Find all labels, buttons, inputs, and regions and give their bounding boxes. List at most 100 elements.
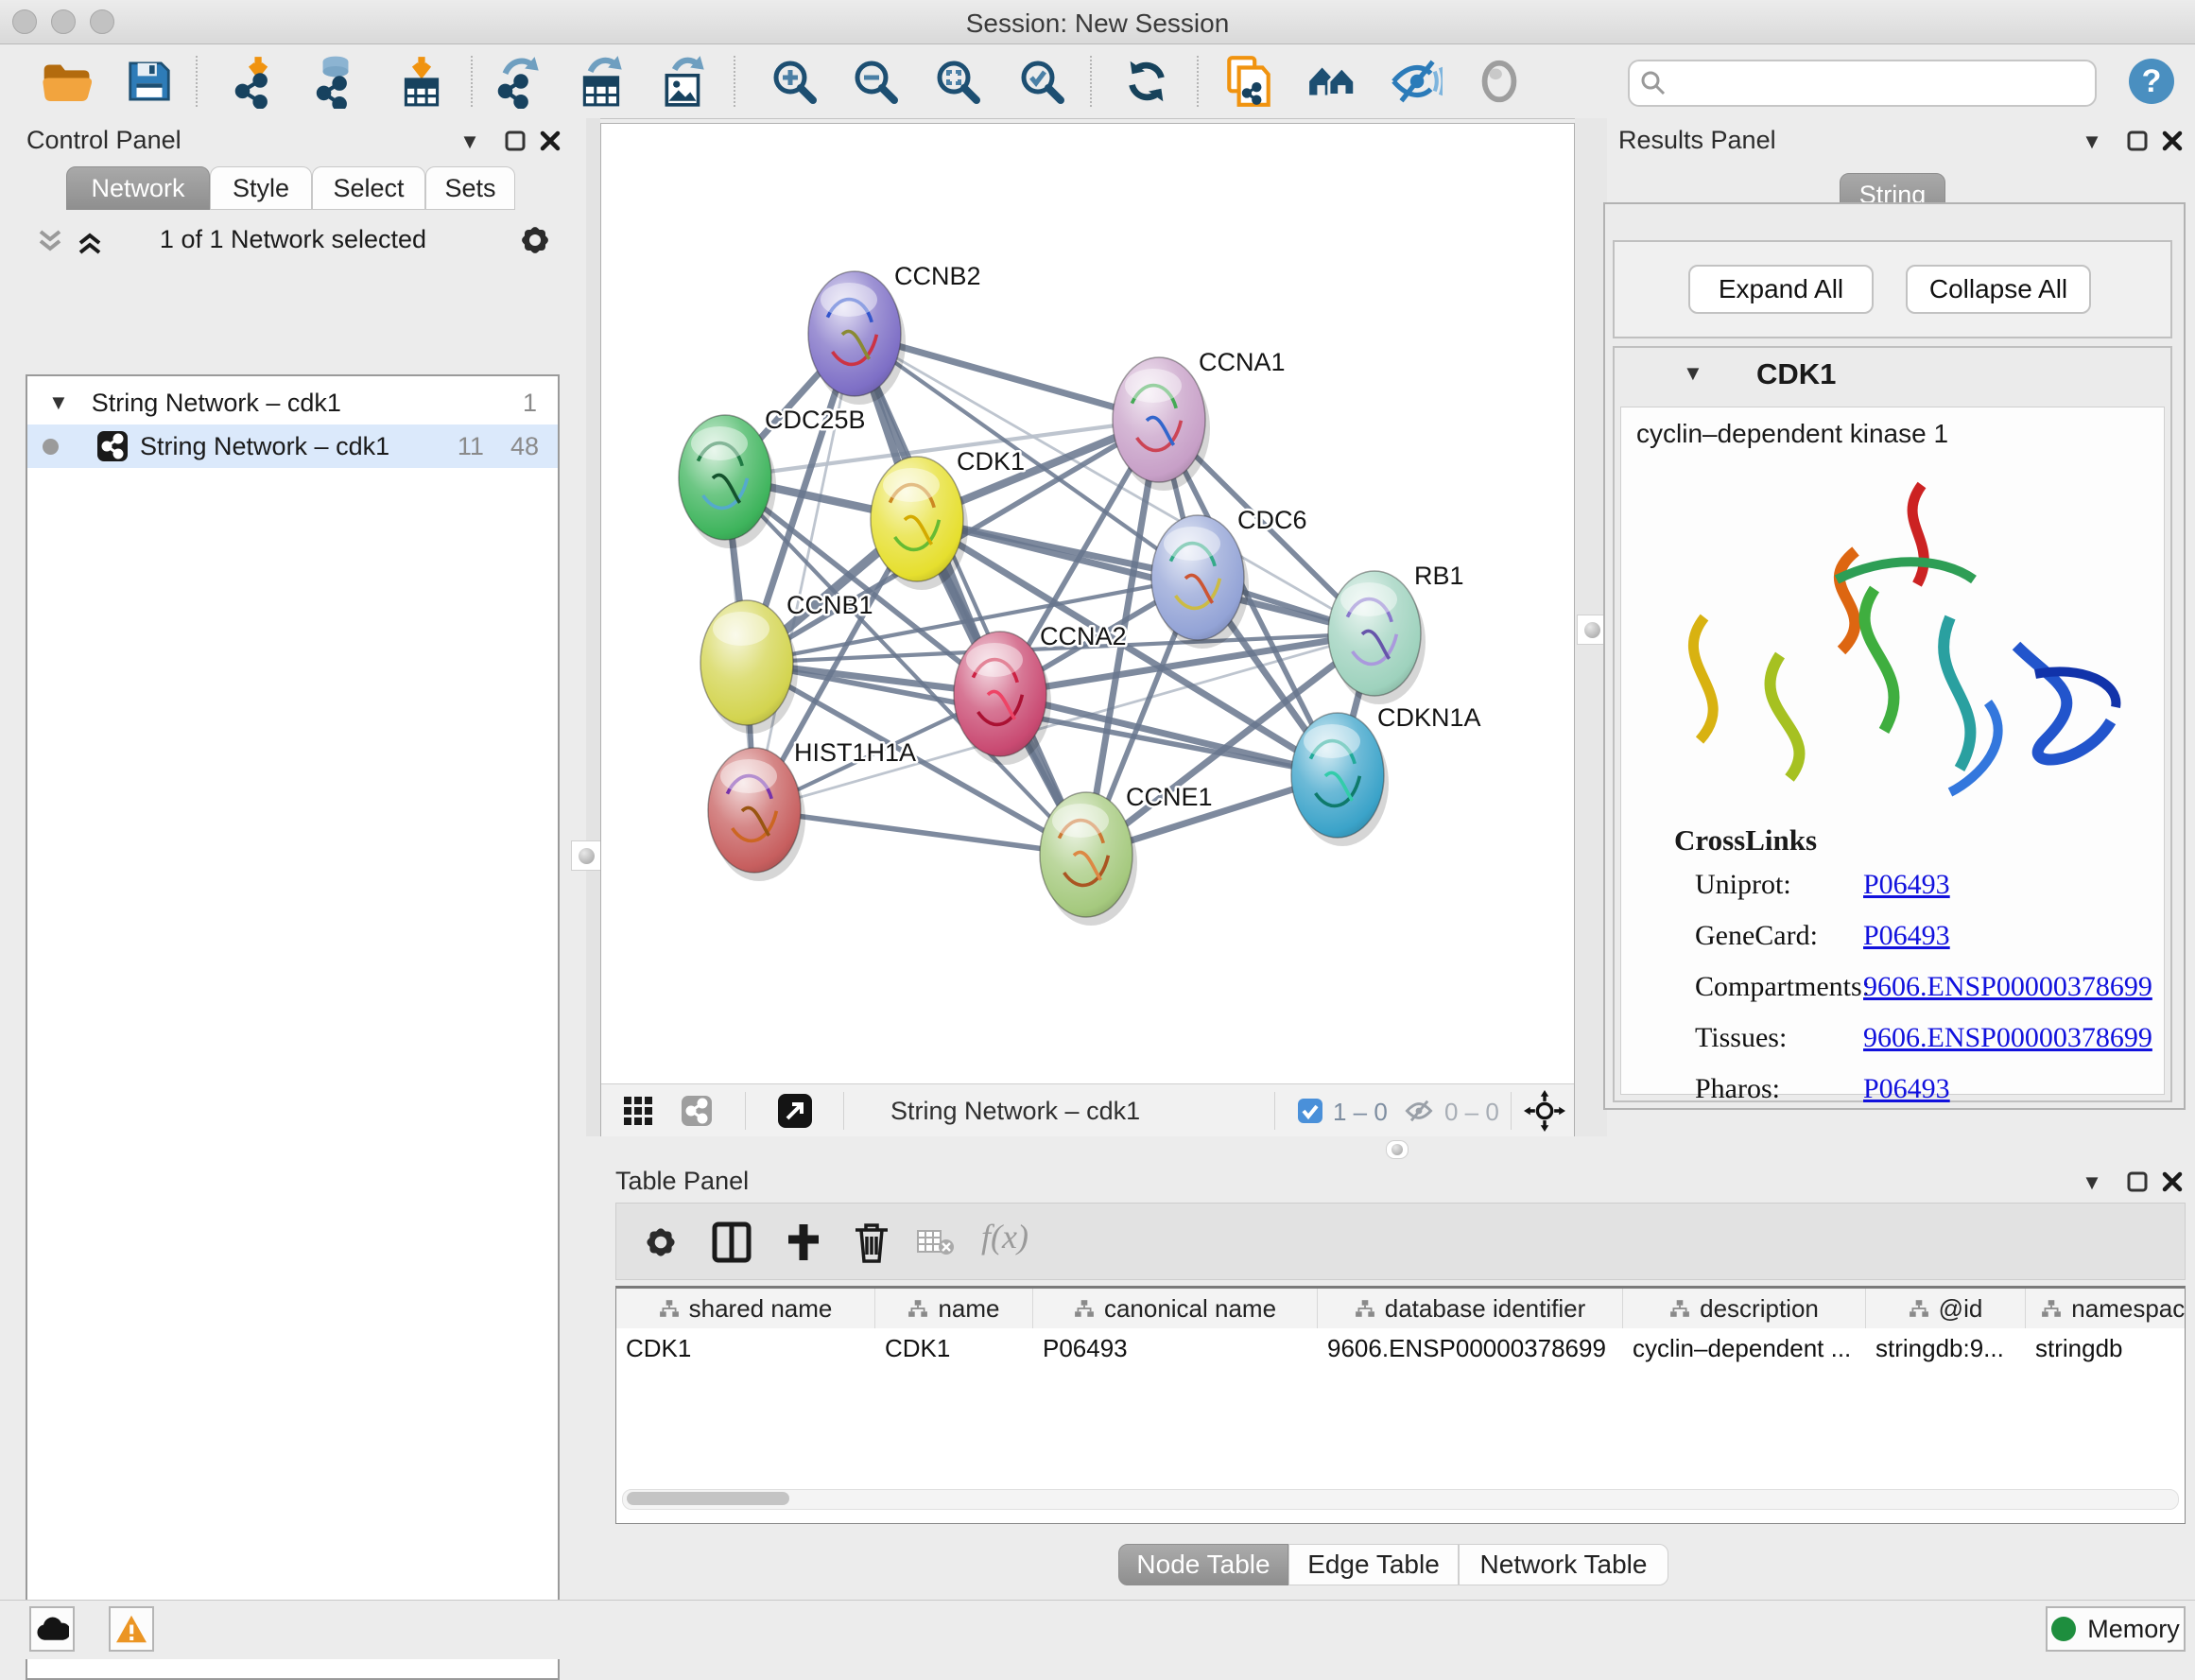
- network-row[interactable]: String Network – cdk1 11 48: [27, 424, 558, 468]
- network-options-gear-icon[interactable]: [516, 221, 554, 259]
- network-node-HIST1H1A[interactable]: HIST1H1A: [708, 738, 916, 881]
- show-columns-icon[interactable]: [711, 1221, 752, 1264]
- column-header-canonicalname[interactable]: canonical name: [1033, 1289, 1318, 1328]
- float-panel-icon[interactable]: [2126, 130, 2149, 152]
- zoom-selected-button[interactable]: [1011, 51, 1072, 112]
- tab-style[interactable]: Style: [210, 166, 312, 210]
- warning-status-button[interactable]: [109, 1606, 154, 1652]
- cell-canonicalname[interactable]: P06493: [1033, 1329, 1318, 1367]
- gene-section-expand-icon[interactable]: ▼: [1683, 363, 1703, 384]
- close-panel-icon[interactable]: [2161, 1170, 2184, 1193]
- network-node-RB1[interactable]: RB1: [1328, 562, 1464, 704]
- detach-view-icon[interactable]: [777, 1093, 813, 1129]
- copy-network-button[interactable]: [1218, 51, 1279, 112]
- network-node-CCNA2[interactable]: CCNA2: [954, 622, 1127, 765]
- open-session-button[interactable]: [36, 51, 96, 112]
- tab-select[interactable]: Select: [312, 166, 425, 210]
- horizontal-splitter-handle[interactable]: [1386, 1140, 1409, 1159]
- collection-expand-icon[interactable]: ▼: [48, 392, 69, 413]
- crosslink-value-link[interactable]: P06493: [1863, 1073, 1950, 1105]
- table-hscrollbar-thumb[interactable]: [627, 1492, 789, 1505]
- crosslink-label: Pharos:: [1695, 1073, 1780, 1105]
- crosslink-value-link[interactable]: 9606.ENSP00000378699: [1863, 1022, 2152, 1054]
- panel-menu-icon[interactable]: ▼: [2080, 1170, 2104, 1195]
- zoom-out-icon: [849, 55, 902, 108]
- network-node-CDC6[interactable]: CDC6: [1151, 506, 1307, 649]
- selected-checkbox-icon[interactable]: [1297, 1098, 1323, 1124]
- birds-eye-grid-icon[interactable]: [622, 1095, 654, 1127]
- panel-menu-icon[interactable]: ▼: [458, 130, 482, 154]
- column-header-databaseidentifier[interactable]: database identifier: [1318, 1289, 1623, 1328]
- import-network-from-database-button[interactable]: [305, 51, 366, 112]
- hidden-eye-slash-icon[interactable]: [1403, 1096, 1435, 1126]
- expand-all-chevron-icon[interactable]: [74, 228, 106, 256]
- left-splitter-handle[interactable]: [571, 840, 601, 871]
- table-options-gear-icon[interactable]: [641, 1222, 681, 1262]
- network-node-CCNB2[interactable]: CCNB2: [808, 262, 981, 405]
- column-type-icon: [907, 1298, 928, 1319]
- show-hidden-button[interactable]: [1469, 51, 1530, 112]
- network-node-CDKN1A[interactable]: CDKN1A: [1291, 703, 1481, 846]
- fit-content-crosshair-icon[interactable]: [1524, 1090, 1565, 1132]
- column-header-name[interactable]: name: [875, 1289, 1033, 1328]
- show-all-networks-button[interactable]: [1303, 51, 1363, 112]
- column-header-description[interactable]: description: [1623, 1289, 1866, 1328]
- float-panel-icon[interactable]: [2126, 1170, 2149, 1193]
- export-image-button[interactable]: [654, 51, 715, 112]
- search-input[interactable]: [1673, 63, 2083, 99]
- panel-menu-icon[interactable]: ▼: [2080, 130, 2104, 154]
- create-column-icon[interactable]: [783, 1221, 824, 1264]
- column-header-sharedname[interactable]: shared name: [616, 1289, 875, 1328]
- help-button[interactable]: ?: [2121, 51, 2182, 112]
- column-header-id[interactable]: @id: [1866, 1289, 2026, 1328]
- tab-sets[interactable]: Sets: [425, 166, 515, 210]
- network-collection-row[interactable]: ▼ String Network – cdk1 1: [27, 381, 558, 424]
- cell-sharedname[interactable]: CDK1: [616, 1329, 875, 1367]
- import-table-from-file-button[interactable]: [391, 51, 452, 112]
- save-session-button[interactable]: [119, 51, 180, 112]
- network-edge-CCNB2-CCNE1[interactable]: [855, 334, 1086, 855]
- collapse-all-button[interactable]: Collapse All: [1906, 265, 2091, 314]
- expand-all-button[interactable]: Expand All: [1688, 265, 1874, 314]
- refresh-view-button[interactable]: [1116, 51, 1177, 112]
- cell-description[interactable]: cyclin–dependent ...: [1623, 1329, 1866, 1367]
- import-network-from-file-button[interactable]: [226, 51, 286, 112]
- tab-network-table[interactable]: Network Table: [1459, 1544, 1668, 1585]
- crosslink-value-link[interactable]: P06493: [1863, 920, 1950, 952]
- delete-column-trash-icon[interactable]: [851, 1219, 892, 1266]
- tab-network[interactable]: Network: [66, 166, 210, 210]
- open-folder-icon: [40, 55, 93, 108]
- crosslink-value-link[interactable]: 9606.ENSP00000378699: [1863, 971, 2152, 1003]
- left-splitter[interactable]: [586, 118, 600, 1136]
- string-tab-icon[interactable]: [681, 1095, 713, 1127]
- network-node-CCNB1[interactable]: CCNB1: [700, 591, 873, 734]
- cell-id[interactable]: stringdb:9...: [1866, 1329, 2026, 1367]
- zoom-out-button[interactable]: [845, 51, 906, 112]
- refresh-icon: [1121, 56, 1172, 107]
- close-panel-icon[interactable]: [539, 130, 562, 152]
- network-node-CCNA1[interactable]: CCNA1: [1113, 348, 1286, 491]
- new-table-button[interactable]: [572, 51, 632, 112]
- node-table: shared namenamecanonical namedatabase id…: [615, 1286, 2186, 1524]
- zoom-in-button[interactable]: [764, 51, 824, 112]
- crosslink-value-link[interactable]: P06493: [1863, 869, 1950, 901]
- tab-edge-table[interactable]: Edge Table: [1288, 1544, 1459, 1585]
- tab-node-table[interactable]: Node Table: [1118, 1544, 1288, 1585]
- close-panel-icon[interactable]: [2161, 130, 2184, 152]
- column-header-namespace[interactable]: namespace: [2026, 1289, 2186, 1328]
- float-panel-icon[interactable]: [504, 130, 527, 152]
- hide-selected-button[interactable]: [1385, 51, 1445, 112]
- new-network-button[interactable]: [489, 51, 549, 112]
- network-arrow-icon: [492, 54, 546, 109]
- network-node-CCNE1[interactable]: CCNE1: [1040, 783, 1213, 926]
- cloud-status-button[interactable]: [29, 1606, 75, 1652]
- cell-namespace[interactable]: stringdb: [2026, 1329, 2186, 1367]
- memory-button[interactable]: Memory: [2046, 1606, 2186, 1652]
- cell-name[interactable]: CDK1: [875, 1329, 1033, 1367]
- table-hscrollbar[interactable]: [622, 1489, 2179, 1510]
- network-graph[interactable]: CCNB2CCNA1CDC25BCDK1CDC6RB1CCNB1CCNA2CDK…: [601, 124, 1574, 1083]
- cell-databaseidentifier[interactable]: 9606.ENSP00000378699: [1318, 1329, 1623, 1367]
- network-canvas[interactable]: CCNB2CCNA1CDC25BCDK1CDC6RB1CCNB1CCNA2CDK…: [600, 123, 1575, 1136]
- zoom-fit-button[interactable]: [927, 51, 988, 112]
- collapse-all-chevron-icon[interactable]: [34, 228, 66, 256]
